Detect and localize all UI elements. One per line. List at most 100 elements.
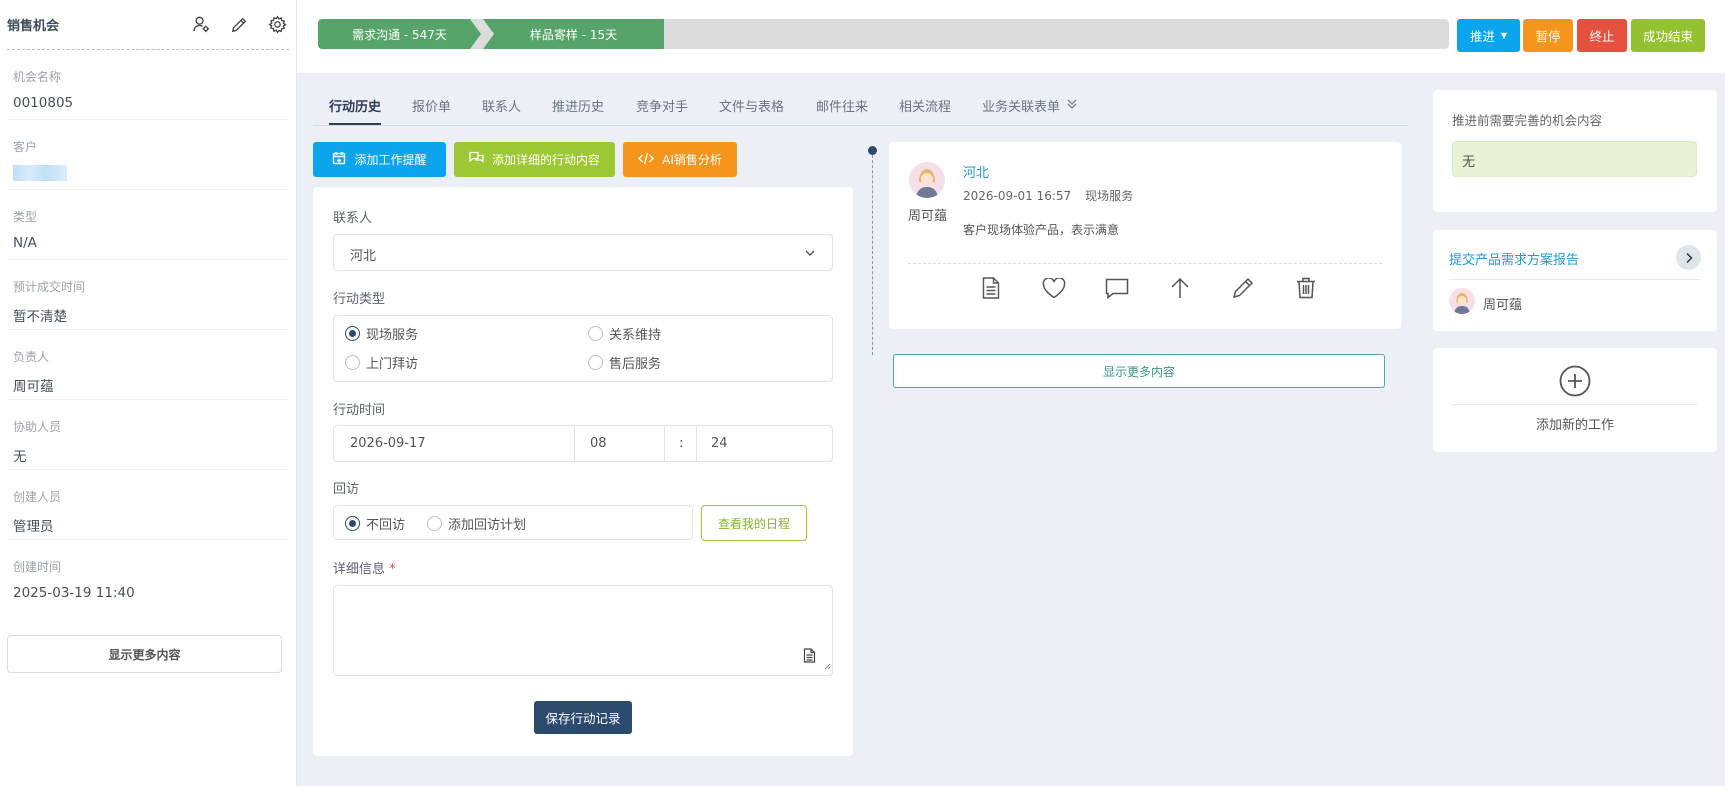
terminate-button[interactable]: 终止: [1577, 19, 1627, 52]
task-user: 周可蕴: [1483, 298, 1523, 313]
tab-contacts[interactable]: 联系人: [482, 96, 521, 115]
stage-sample-delivery[interactable]: 样品寄样 - 15天: [483, 19, 664, 49]
field-value: 周可蕴: [13, 379, 54, 395]
comment-icon[interactable]: [1105, 276, 1129, 300]
task-title-link[interactable]: 提交产品需求方案报告: [1449, 249, 1579, 268]
minute-input[interactable]: 24: [711, 426, 728, 461]
add-work-label: 添加新的工作: [1535, 418, 1614, 433]
prerequisites-card: 推进前需要完善的机会内容 无: [1433, 90, 1717, 212]
field-value: 2025-03-19 11:40: [13, 585, 135, 601]
radio-label: 上门拜访: [366, 357, 419, 372]
trash-icon[interactable]: [1294, 276, 1318, 300]
action-history-entry: 周可蕴 河北 2026-09-01 16:57 现场服务 客户现场体验产品，表示满…: [889, 142, 1401, 329]
pause-button[interactable]: 暂停: [1523, 19, 1573, 52]
add-detail-action-label: 添加详细的行动内容: [491, 153, 600, 167]
entry-author: 周可蕴: [908, 209, 948, 224]
document-icon[interactable]: [803, 648, 816, 667]
add-work-divider: [1452, 404, 1697, 405]
radio-onsite-service[interactable]: 现场服务: [345, 324, 418, 343]
required-mark: *: [389, 562, 396, 577]
document-icon[interactable]: [979, 276, 1003, 300]
sidebar-show-more-button[interactable]: 显示更多内容: [7, 635, 282, 673]
action-time-group: 2026-09-17 08 : 24: [333, 425, 833, 462]
plus-circle-icon: [1559, 365, 1591, 401]
radio-label: 不回访: [366, 518, 406, 533]
radio-label: 现场服务: [366, 328, 419, 343]
chat-icon: [469, 151, 484, 168]
chevron-down-icon: [804, 247, 816, 263]
radio-checked-icon: [345, 326, 360, 341]
field-value: 无: [13, 449, 27, 465]
field-creator: 创建人员 管理员: [7, 470, 289, 540]
user-settings-icon[interactable]: [191, 15, 211, 35]
hour-input[interactable]: 08: [590, 426, 607, 461]
add-work-card[interactable]: 添加新的工作: [1433, 348, 1717, 452]
revisit-label: 回访: [333, 482, 360, 497]
code-icon: [638, 152, 655, 168]
tab-bar: 行动历史 报价单 联系人 推进历史 竞争对手 文件与表格 邮件往来 相关流程 业…: [313, 90, 1408, 126]
tab-related-forms[interactable]: 业务关联表单: [982, 96, 1060, 115]
action-form: 联系人 河北 行动类型 现场服务 关系维持 上门拜访 售后服务 行动时间 202…: [313, 187, 853, 756]
chevron-right-icon[interactable]: [1676, 245, 1701, 270]
field-owner: 负责人 周可蕴: [7, 330, 289, 400]
tab-files[interactable]: 文件与表格: [719, 96, 784, 115]
success-end-button[interactable]: 成功结束: [1631, 19, 1705, 52]
field-value: N/A: [13, 235, 37, 251]
timeline-dot: [868, 146, 877, 155]
add-detail-action-button[interactable]: 添加详细的行动内容: [454, 142, 615, 177]
field-value: 暂不清楚: [13, 309, 67, 325]
contact-select[interactable]: 河北: [333, 234, 833, 271]
sidebar-title: 销售机会: [7, 19, 60, 34]
field-opportunity-name: 机会名称 0010805: [7, 50, 289, 120]
ai-analysis-button[interactable]: AI销售分析: [623, 142, 737, 177]
arrow-up-icon[interactable]: [1168, 276, 1192, 300]
field-label: 预计成交时间: [13, 280, 86, 294]
tab-processes[interactable]: 相关流程: [899, 96, 951, 115]
radio-add-revisit-plan[interactable]: 添加回访计划: [427, 514, 526, 533]
tab-advance-history[interactable]: 推进历史: [552, 96, 604, 115]
entry-contact-link[interactable]: 河北: [963, 162, 989, 181]
advance-label: 推进: [1469, 29, 1495, 44]
chevron-double-down-icon[interactable]: [1066, 98, 1078, 114]
field-type: 类型 N/A: [7, 190, 289, 260]
tab-competitors[interactable]: 竞争对手: [636, 96, 688, 115]
radio-unchecked-icon: [345, 355, 360, 370]
caret-down-icon: ▼: [1500, 31, 1508, 40]
stage-demand-communication[interactable]: 需求沟通 - 547天: [318, 19, 481, 49]
tab-action-history[interactable]: 行动历史: [329, 96, 382, 125]
contact-select-value: 河北: [350, 249, 377, 264]
radio-after-sales[interactable]: 售后服务: [588, 353, 661, 372]
entry-action-icons: [979, 276, 1318, 300]
radio-home-visit[interactable]: 上门拜访: [345, 353, 418, 372]
history-show-more-button[interactable]: 显示更多内容: [893, 354, 1385, 388]
action-time-label: 行动时间: [333, 403, 386, 418]
add-reminder-button[interactable]: 添加工作提醒: [313, 142, 446, 177]
customer-name-redacted[interactable]: [13, 165, 67, 181]
tab-quotes[interactable]: 报价单: [412, 96, 451, 115]
task-divider: [1449, 279, 1701, 280]
heart-icon[interactable]: [1042, 276, 1066, 300]
gear-icon[interactable]: [267, 15, 287, 35]
advance-button[interactable]: 推进 ▼: [1457, 19, 1520, 52]
avatar: [909, 162, 945, 198]
pencil-icon[interactable]: [1231, 276, 1255, 300]
radio-unchecked-icon: [588, 355, 603, 370]
view-my-schedule-button[interactable]: 查看我的日程: [701, 505, 807, 541]
radio-relationship-maintenance[interactable]: 关系维持: [588, 324, 661, 343]
tab-emails[interactable]: 邮件往来: [816, 96, 868, 115]
resize-handle-icon[interactable]: [824, 659, 831, 674]
detail-textarea[interactable]: [333, 585, 833, 676]
radio-no-revisit[interactable]: 不回访: [345, 514, 405, 533]
pencil-icon[interactable]: [229, 15, 249, 35]
entry-time: 2026-09-01 16:57: [963, 189, 1072, 203]
radio-checked-icon: [345, 516, 360, 531]
timeline-line: [872, 150, 873, 355]
add-reminder-label: 添加工作提醒: [354, 153, 427, 167]
field-label: 机会名称: [13, 70, 62, 84]
radio-label: 关系维持: [609, 328, 662, 343]
revisit-group: 不回访 添加回访计划: [333, 505, 693, 540]
radio-unchecked-icon: [427, 516, 442, 531]
field-label: 创建人员: [13, 490, 62, 504]
date-input[interactable]: 2026-09-17: [350, 426, 426, 461]
save-action-button[interactable]: 保存行动记录: [534, 701, 632, 734]
